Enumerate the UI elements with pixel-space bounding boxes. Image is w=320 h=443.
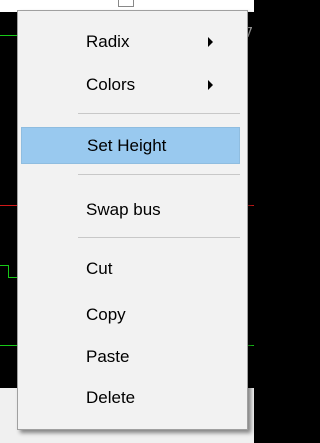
menu-item-radix[interactable]: Radix — [21, 27, 240, 57]
menu-item-label: Delete — [86, 388, 136, 407]
menu-separator — [78, 237, 240, 238]
menu-item-colors[interactable]: Colors — [21, 70, 240, 100]
menu-item-label: Paste — [86, 347, 130, 366]
submenu-arrow-icon — [208, 80, 213, 90]
menu-separator — [78, 113, 240, 114]
cursor-notch — [118, 0, 134, 7]
menu-item-label: Cut — [86, 259, 113, 278]
context-menu: Radix Colors Set Height Swap bus Cut Cop… — [17, 10, 248, 430]
menu-item-cut[interactable]: Cut — [21, 254, 240, 284]
menu-separator — [78, 174, 240, 175]
waveform-edge — [8, 265, 9, 277]
menu-item-copy[interactable]: Copy — [21, 300, 240, 330]
menu-item-label: Swap bus — [86, 200, 161, 219]
waveform-trace — [8, 277, 17, 278]
waveform-trace — [0, 205, 17, 206]
menu-item-label: Set Height — [87, 135, 167, 155]
menu-item-set-height[interactable]: Set Height — [21, 127, 240, 164]
menu-item-swap-bus[interactable]: Swap bus — [21, 195, 240, 225]
waveform-trace — [0, 35, 17, 36]
submenu-arrow-icon — [208, 37, 213, 47]
waveform-trace — [0, 265, 9, 266]
menu-item-paste[interactable]: Paste — [21, 342, 240, 372]
menu-item-label: Colors — [86, 75, 136, 94]
menu-item-delete[interactable]: Delete — [21, 383, 240, 413]
menu-item-label: Radix — [86, 32, 130, 51]
menu-item-label: Copy — [86, 305, 126, 324]
waveform-trace — [0, 345, 17, 346]
